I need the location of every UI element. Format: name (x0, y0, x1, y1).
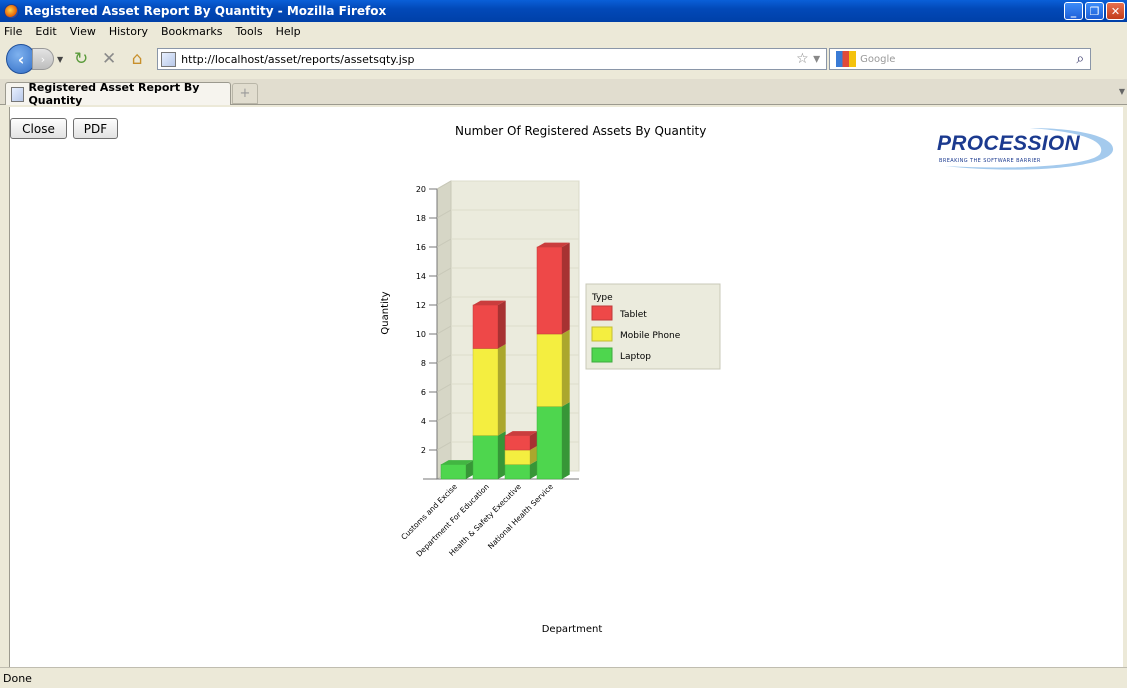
bar-segment-laptop (504, 464, 531, 480)
menu-history[interactable]: History (109, 25, 148, 38)
search-icon[interactable]: ⌕ (1076, 51, 1084, 67)
google-engine-icon[interactable] (836, 51, 857, 67)
url-text: http://localhost/asset/reports/assetsqty… (181, 52, 415, 66)
status-text: Done (3, 671, 32, 685)
menu-view[interactable]: View (70, 25, 96, 38)
legend-label-mobile-phone: Mobile Phone (620, 331, 681, 341)
y-tick-label: 16 (416, 243, 426, 252)
y-tick-label: 10 (416, 330, 426, 339)
y-tick-label: 14 (416, 272, 426, 281)
forward-button[interactable]: › (32, 48, 54, 70)
legend-label-laptop: Laptop (620, 352, 651, 362)
x-axis-label: Department (542, 624, 603, 635)
tab-asset-report[interactable]: Registered Asset Report By Quantity (5, 81, 231, 107)
reload-icon[interactable]: ↻ (69, 48, 93, 70)
legend-swatch-tablet (591, 305, 613, 321)
tab-strip: Registered Asset Report By Quantity + ▼ (0, 79, 1127, 107)
menu-tools[interactable]: Tools (235, 25, 262, 38)
menu-help[interactable]: Help (276, 25, 301, 38)
bar-side-tablet (562, 242, 570, 334)
url-bar[interactable]: http://localhost/asset/reports/assetsqty… (157, 48, 828, 70)
bar-segment-tablet (472, 304, 499, 349)
tab-list-dropdown-icon[interactable]: ▼ (1119, 87, 1125, 96)
y-tick-label: 4 (421, 417, 426, 426)
bar-side-mobile-phone (562, 329, 570, 407)
browser-window: Registered Asset Report By Quantity - Mo… (0, 0, 1127, 688)
stacked-bar-chart: 2 4 6 8 10 12 14 16 18 20 Quantity Department Custom… (380, 180, 721, 635)
minimize-button[interactable]: _ (1064, 2, 1083, 20)
window-title: Registered Asset Report By Quantity - Mo… (24, 4, 387, 18)
x-tick-label: Customs and Excise (399, 482, 459, 542)
tab-favicon-icon (11, 86, 25, 102)
bar-segment-mobile-phone (472, 348, 499, 436)
y-axis-label: Quantity (380, 291, 391, 334)
legend-swatch-laptop (591, 347, 613, 363)
bar-segment-laptop (440, 464, 467, 480)
search-input[interactable]: Google ⌕ (829, 48, 1092, 70)
navigation-toolbar: ‹ › ▼ ↻ ✕ ⌂ http://localhost/asset/repor… (0, 40, 1127, 78)
y-tick-label: 6 (421, 388, 426, 397)
menu-edit[interactable]: Edit (35, 25, 56, 38)
bar-segment-mobile-phone (504, 449, 531, 465)
bar-segment-laptop (536, 406, 563, 480)
menu-bar: File Edit View History Bookmarks Tools H… (0, 22, 1127, 40)
menu-bookmarks[interactable]: Bookmarks (161, 25, 222, 38)
bar-segment-laptop (472, 435, 499, 480)
stop-icon[interactable]: ✕ (97, 48, 121, 70)
bar-side-laptop (498, 431, 506, 479)
history-dropdown-icon[interactable]: ▼ (57, 55, 63, 64)
legend-label-tablet: Tablet (619, 310, 647, 320)
legend-swatch-mobile-phone (591, 326, 613, 342)
bar-segment-tablet (536, 246, 563, 335)
x-tick-label: National Health Service (486, 482, 555, 551)
status-bar: Done (0, 667, 1127, 688)
y-tick-label: 2 (421, 446, 426, 455)
close-window-button[interactable]: ✕ (1106, 2, 1125, 20)
title-bar: Registered Asset Report By Quantity - Mo… (0, 0, 1127, 22)
y-tick-label: 20 (416, 185, 426, 194)
bar-segment-tablet (504, 435, 531, 451)
y-tick-label: 18 (416, 214, 426, 223)
restore-button[interactable]: ❐ (1085, 2, 1104, 20)
y-tick-label: 12 (416, 301, 426, 310)
page-favicon-icon (161, 51, 177, 67)
bar-segment-mobile-phone (536, 333, 563, 407)
bar-side-mobile-phone (498, 344, 506, 436)
search-placeholder: Google (860, 53, 896, 65)
legend-title: Type (591, 293, 613, 303)
bar-side-laptop (562, 402, 570, 479)
tab-label: Registered Asset Report By Quantity (28, 81, 200, 107)
home-icon[interactable]: ⌂ (125, 48, 149, 70)
firefox-icon (4, 3, 19, 19)
y-tick-label: 8 (421, 359, 426, 368)
page-content: Close PDF Number Of Registered Assets By… (9, 107, 1123, 667)
bookmark-star-icon[interactable]: ☆ ▾ (796, 51, 826, 67)
bar-side-tablet (498, 300, 506, 349)
new-tab-button[interactable]: + (232, 83, 258, 104)
menu-file[interactable]: File (4, 25, 22, 38)
